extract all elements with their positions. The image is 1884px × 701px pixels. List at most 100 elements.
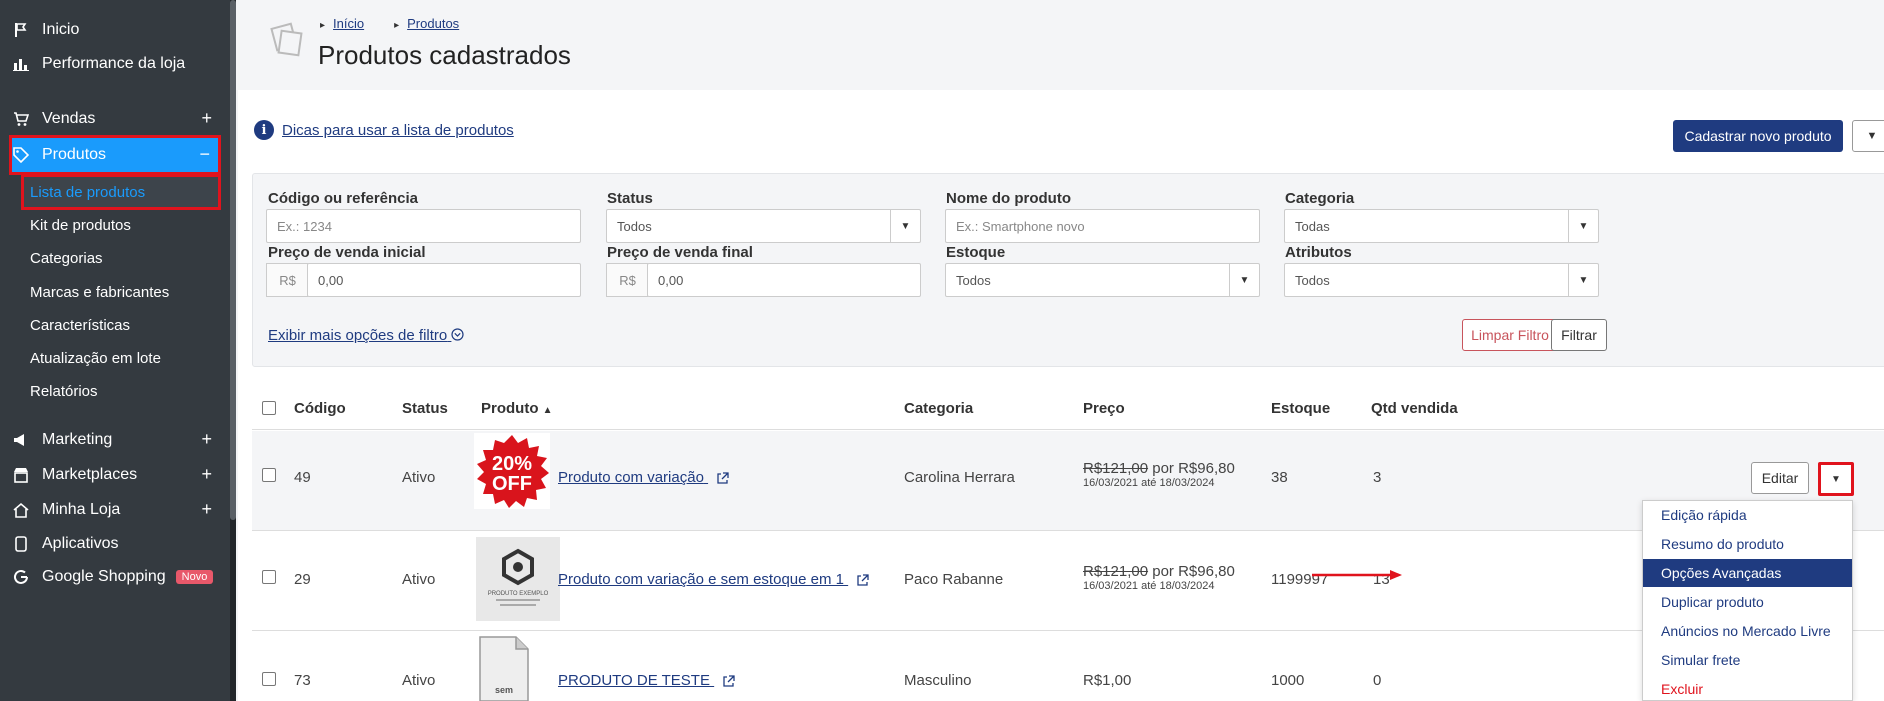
sidebar-item-minha-loja[interactable]: Minha Loja + [12, 493, 220, 527]
menu-item-quick-edit[interactable]: Edição rápida [1643, 501, 1852, 529]
price-start-input[interactable]: 0,00 [307, 263, 581, 297]
external-link-icon[interactable] [856, 573, 869, 587]
new-product-button[interactable]: Cadastrar novo produto [1673, 120, 1843, 152]
new-product-options-button[interactable]: ▼ [1852, 120, 1884, 152]
row-options-dropdown-button[interactable]: ▼ [1818, 462, 1854, 496]
stock-select[interactable]: Todos ▼ [945, 263, 1260, 297]
caret-down-icon: ▼ [1568, 210, 1598, 242]
sidebar-item-vendas[interactable]: Vendas + [12, 102, 220, 136]
clear-filter-button[interactable]: Limpar Filtro [1462, 319, 1558, 351]
category-select[interactable]: Todas ▼ [1284, 209, 1599, 243]
google-icon [12, 568, 30, 586]
cart-icon [12, 110, 30, 128]
menu-item-mercado-livre[interactable]: Anúncios no Mercado Livre [1643, 617, 1852, 645]
row-price: R$1,00 [1083, 672, 1132, 689]
row-category: Masculino [904, 672, 972, 689]
header-product[interactable]: Produto ▲ [481, 400, 553, 417]
table-row: 29 Ativo PRODUTO EXEMPLO Produto com var… [252, 531, 1884, 631]
product-link[interactable]: PRODUTO DE TESTE [558, 672, 735, 689]
breadcrumb-inicio[interactable]: Início [320, 16, 364, 31]
sidebar-item-label: Inicio [42, 21, 80, 38]
sidebar-item-produtos[interactable]: Produtos − [9, 135, 221, 175]
sidebar-item-marketing[interactable]: Marketing + [12, 423, 220, 457]
price-sep: por [1152, 460, 1174, 477]
sidebar-subitem-atualizacao-lote[interactable]: Atualização em lote [30, 341, 161, 375]
row-code: 73 [294, 672, 311, 689]
row-checkbox[interactable] [262, 672, 276, 686]
header-status[interactable]: Status [402, 400, 448, 417]
menu-item-advanced-options[interactable]: Opções Avançadas [1643, 559, 1852, 587]
caret-down-icon: ▼ [1866, 130, 1878, 142]
status-label: Status [607, 190, 653, 207]
plus-icon[interactable]: + [201, 499, 212, 520]
product-thumbnail[interactable]: 20% OFF [474, 433, 550, 509]
status-select[interactable]: Todos ▼ [606, 209, 921, 243]
sidebar-item-label: Marketplaces [42, 466, 138, 483]
thumb-text: PRODUTO EXEMPLO [488, 591, 549, 597]
caret-down-icon: ▼ [1568, 264, 1598, 296]
header-sold[interactable]: Qtd vendida [1371, 400, 1458, 417]
row-status: Ativo [402, 571, 436, 588]
price-new: R$96,80 [1178, 563, 1235, 580]
sidebar-subitem-caracteristicas[interactable]: Características [30, 308, 130, 342]
sidebar-item-inicio[interactable]: Inicio [12, 13, 220, 47]
plus-icon[interactable]: + [201, 108, 212, 129]
more-filters-link[interactable]: Exibir mais opções de filtro [268, 327, 465, 345]
row-checkbox[interactable] [262, 570, 276, 584]
product-name: Produto com variação [558, 469, 704, 486]
name-input[interactable]: Ex.: Smartphone novo [945, 209, 1260, 243]
sidebar-subitem-relatorios[interactable]: Relatórios [30, 374, 98, 408]
header-price[interactable]: Preço [1083, 400, 1125, 417]
price-period: 16/03/2021 até 18/03/2024 [1083, 477, 1215, 489]
sidebar-item-aplicativos[interactable]: Aplicativos [12, 527, 220, 561]
plus-icon[interactable]: + [201, 464, 212, 485]
header-stock[interactable]: Estoque [1271, 400, 1330, 417]
sidebar-subitem-kit-produtos[interactable]: Kit de produtos [30, 208, 131, 242]
info-icon: i [254, 120, 274, 140]
attributes-value: Todos [1295, 272, 1330, 288]
caret-down-icon: ▼ [1831, 473, 1841, 485]
price-end-input[interactable]: 0,00 [647, 263, 921, 297]
name-label: Nome do produto [946, 190, 1071, 207]
row-stock: 38 [1271, 469, 1288, 486]
menu-item-delete[interactable]: Excluir [1643, 675, 1852, 701]
external-link-icon[interactable] [722, 674, 735, 688]
tips-label: Dicas para usar a lista de produtos [282, 121, 514, 139]
thumb-text: OFF [492, 473, 532, 495]
product-link[interactable]: Produto com variação [558, 469, 729, 486]
row-code: 29 [294, 571, 311, 588]
sidebar-subitem-lista-produtos[interactable]: Lista de produtos [21, 174, 221, 210]
product-thumbnail[interactable]: PRODUTO EXEMPLO [476, 537, 560, 621]
products-icon [268, 20, 308, 60]
menu-item-product-summary[interactable]: Resumo do produto [1643, 530, 1852, 558]
attributes-select[interactable]: Todos ▼ [1284, 263, 1599, 297]
sidebar-subitem-categorias[interactable]: Categorias [30, 241, 103, 275]
plus-icon[interactable]: + [201, 429, 212, 450]
currency-prefix: R$ [266, 263, 308, 297]
tips-link[interactable]: i Dicas para usar a lista de produtos [254, 120, 514, 140]
menu-item-duplicate[interactable]: Duplicar produto [1643, 588, 1852, 616]
external-link-icon[interactable] [716, 471, 729, 485]
code-input[interactable]: Ex.: 1234 [266, 209, 581, 243]
caret-down-icon: ▼ [890, 210, 920, 242]
row-checkbox[interactable] [262, 468, 276, 482]
header-code[interactable]: Código [294, 400, 346, 417]
sidebar-item-marketplaces[interactable]: Marketplaces + [12, 458, 220, 492]
sidebar-item-label: Produtos [42, 146, 107, 163]
new-badge: Novo [175, 570, 214, 584]
breadcrumb-produtos[interactable]: Produtos [394, 16, 459, 31]
sidebar-item-label: Google Shopping [42, 568, 166, 585]
sidebar-item-google-shopping[interactable]: Google Shopping Novo [12, 560, 220, 594]
sidebar-subitem-marcas[interactable]: Marcas e fabricantes [30, 275, 169, 309]
sidebar-scrollbar-thumb[interactable] [230, 0, 236, 520]
edit-button[interactable]: Editar [1751, 462, 1809, 494]
menu-item-simulate-shipping[interactable]: Simular frete [1643, 646, 1852, 674]
row-status: Ativo [402, 672, 436, 689]
sidebar-item-performance[interactable]: Performance da loja [12, 47, 220, 81]
product-thumbnail[interactable]: sem [476, 635, 532, 701]
select-all-checkbox[interactable] [262, 401, 276, 415]
product-link[interactable]: Produto com variação e sem estoque em 1 [558, 571, 869, 588]
minus-icon[interactable]: − [199, 144, 210, 165]
header-category[interactable]: Categoria [904, 400, 973, 417]
filter-button[interactable]: Filtrar [1551, 319, 1607, 351]
